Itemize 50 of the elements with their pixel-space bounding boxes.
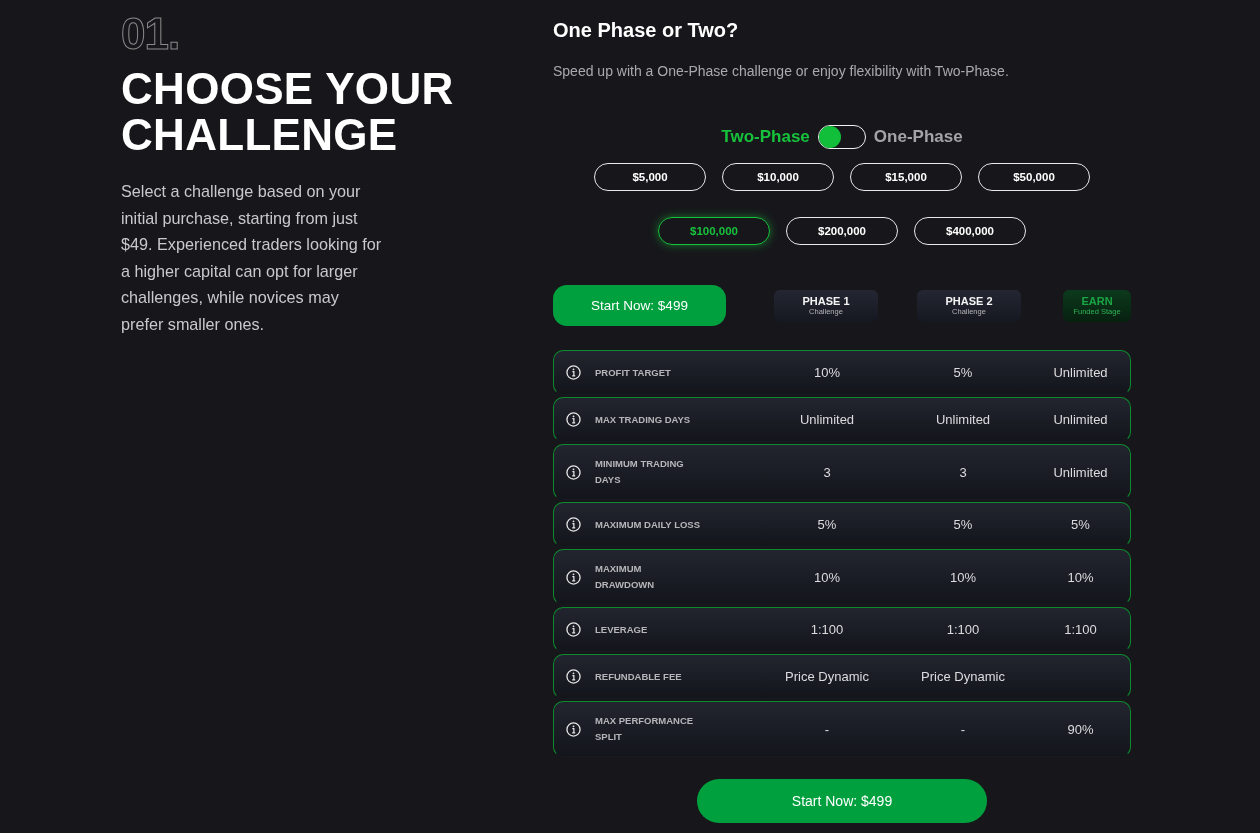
rule-value: 10%	[950, 569, 976, 585]
section-heading: CHOOSE YOUR CHALLENGE	[121, 66, 455, 158]
rule-label: MINIMUM TRADING DAYS	[595, 457, 685, 487]
rule-value: 1:100	[1064, 622, 1097, 637]
rule-value: Price Dynamic	[785, 669, 869, 684]
stage-title: EARN	[1081, 295, 1113, 307]
phase-option[interactable]: Two-Phase	[721, 127, 810, 147]
toggle-knob[interactable]	[818, 126, 841, 148]
info-icon[interactable]	[566, 412, 581, 427]
rule-value: Unlimited	[935, 412, 991, 427]
info-icon[interactable]	[566, 622, 581, 637]
step-number: 01.	[121, 14, 180, 54]
rule-value: 3	[823, 464, 831, 480]
rule-value: 10%	[814, 365, 840, 380]
rule-value: 1:100	[946, 622, 980, 637]
rule-value: 3	[959, 464, 967, 480]
rule-label: PROFIT TARGET	[595, 365, 672, 380]
rule-label: REFUNDABLE FEE	[595, 669, 683, 684]
stage-title: PHASE 2	[945, 295, 993, 307]
selector-title: One Phase or Two?	[553, 18, 740, 42]
rule-value: 5%	[953, 517, 973, 532]
rule-value: 1:100	[810, 622, 844, 637]
rule-value: 5%	[1071, 517, 1090, 532]
info-icon[interactable]	[566, 721, 581, 737]
rule-value: Unlimited	[1053, 464, 1108, 480]
rule-value: Unlimited	[799, 412, 855, 427]
rule-value: Price Dynamic	[921, 669, 1005, 684]
rule-value: Unlimited	[1053, 365, 1108, 380]
info-icon[interactable]	[566, 569, 581, 585]
rule-value: Unlimited	[1053, 412, 1108, 427]
rule-value: 5%	[817, 517, 837, 532]
rule-value: -	[824, 721, 830, 737]
rule-value: 5%	[953, 365, 973, 380]
info-icon[interactable]	[566, 464, 581, 480]
rule-value: 10%	[814, 569, 840, 585]
stage-title: PHASE 1	[802, 295, 850, 307]
rule-label: MAXIMUM DAILY LOSS	[595, 517, 702, 532]
description: Select a challenge based on your initial purchase, starting from just $49. Experienced traders looking for a higher capital can opt for larger challenges, while novices may prefer smaller ones.	[121, 181, 383, 335]
selector-subtitle: Speed up with a One-Phase challenge or enjoy flexibility with Two-Phase.	[553, 62, 1010, 81]
info-icon[interactable]	[566, 669, 581, 684]
rule-value: 10%	[1067, 569, 1094, 585]
info-icon[interactable]	[566, 517, 581, 532]
rule-label: MAX PERFORMANCE SPLIT	[595, 714, 695, 744]
phase-option[interactable]: One-Phase	[873, 127, 963, 147]
rule-value: -	[960, 721, 966, 737]
rule-value: 90%	[1067, 721, 1094, 737]
rule-label: MAX TRADING DAYS	[595, 412, 692, 427]
rule-label: LEVERAGE	[595, 622, 649, 637]
rule-label: MAXIMUM DRAWDOWN	[595, 562, 656, 592]
info-icon[interactable]	[566, 365, 581, 380]
